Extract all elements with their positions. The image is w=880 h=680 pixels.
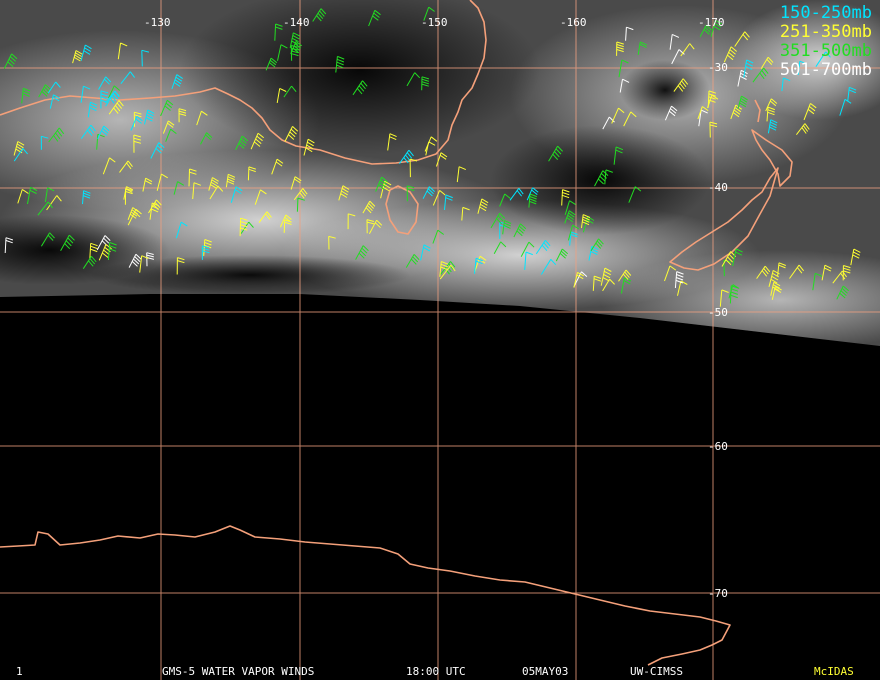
satellite-imagery <box>0 0 880 346</box>
legend-item-351-500: 351-500mb <box>779 41 872 61</box>
pressure-legend: 150-250mb 251-350mb 351-500mb 501-700mb <box>780 4 872 80</box>
antarctica-coastline <box>0 525 731 666</box>
legend-item-251-350: 251-350mb <box>779 22 872 42</box>
footer-bar: 1 GMS-5 WATER VAPOR WINDS 18:00 UTC 05MA… <box>0 664 880 680</box>
lon-label-150: -150 <box>421 16 448 29</box>
lon-label-160: -160 <box>560 16 587 29</box>
legend-item-150-250: 150-250mb <box>779 3 872 23</box>
lat-label-50: -50 <box>708 306 728 319</box>
product-title: GMS-5 WATER VAPOR WINDS <box>162 665 315 678</box>
lat-label-30: -30 <box>708 61 728 74</box>
time-label: 18:00 UTC <box>406 665 466 678</box>
lat-label-70: -70 <box>708 587 728 600</box>
date-label: 05MAY03 <box>522 665 569 678</box>
source-label: UW-CIMSS <box>630 665 683 678</box>
lon-label-140: -140 <box>283 16 310 29</box>
lon-label-130: -130 <box>144 16 171 29</box>
frame-number: 1 <box>16 665 23 678</box>
legend-item-501-700: 501-700mb <box>779 60 872 80</box>
water-vapor-map: -130 -140 -150 -160 -170 -30 -40 -50 -60… <box>0 0 880 680</box>
lon-label-170: -170 <box>698 16 725 29</box>
software-label: McIDAS <box>814 665 854 678</box>
lat-label-60: -60 <box>708 440 728 453</box>
lat-label-40: -40 <box>708 181 728 194</box>
